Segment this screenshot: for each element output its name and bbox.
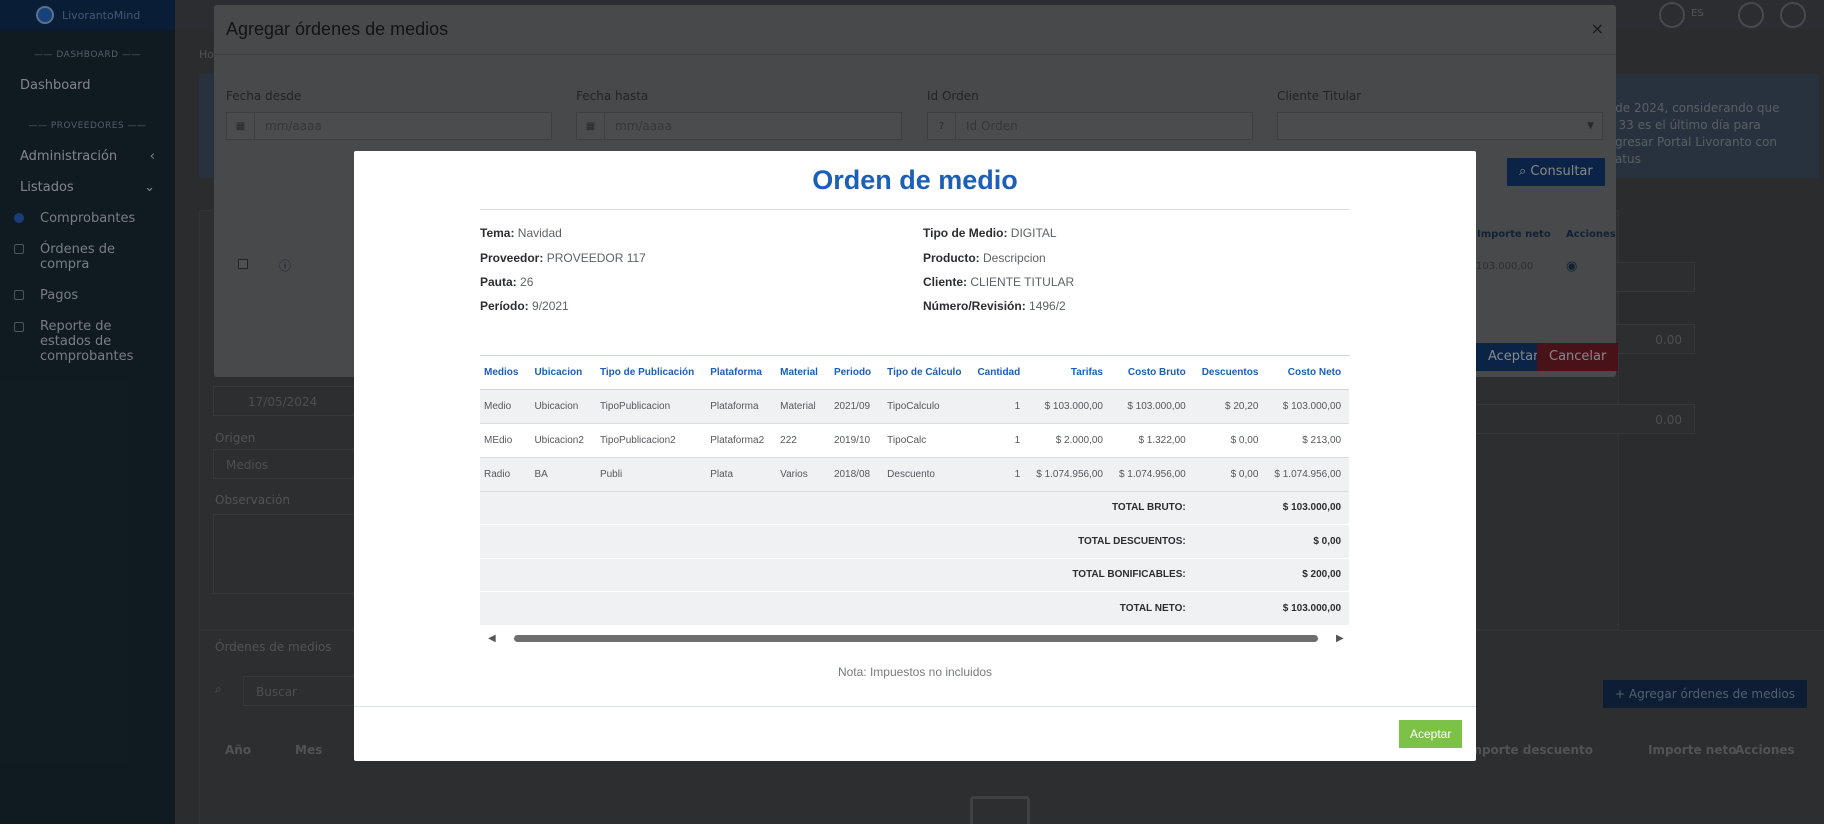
cell-plataforma: Plataforma [702,389,773,424]
orden-table-scroll[interactable]: Medios Ubicacion Tipo de Publicación Pla… [480,355,1350,625]
info-proveedor: Proveedor: PROVEEDOR 117 [480,251,646,265]
total-neto-row: TOTAL NETO: $ 103.000,00 [480,591,1350,625]
th-plataforma: Plataforma [702,356,773,390]
table-header-row: Medios Ubicacion Tipo de Publicación Pla… [480,356,1350,390]
info-producto: Producto: Descripcion [923,251,1046,265]
th-tarifas: Tarifas [1028,356,1111,390]
cell-plataforma: Plata [702,457,773,492]
th-costo-neto: Costo Neto [1266,356,1350,390]
footer-divider [354,706,1476,707]
th-cantidad: Cantidad [969,356,1029,390]
orden-de-medio-modal: Orden de medio Tema: Navidad Proveedor: … [354,151,1476,761]
th-medios: Medios [480,356,527,390]
cell-tarifas: $ 103.000,00 [1028,389,1111,424]
table-row: Medio Ubicacion TipoPublicacion Platafor… [480,389,1350,424]
table-row: Radio BA Publi Plata Varios 2018/08 Desc… [480,457,1350,492]
cell-cantidad: 1 [969,389,1029,424]
cell-medios: Medio [480,389,527,424]
th-material: Material [772,356,826,390]
cell-medios: MEdio [480,423,527,458]
total-descuentos-row: TOTAL DESCUENTOS: $ 0,00 [480,524,1350,559]
cell-plataforma: Plataforma2 [702,423,773,458]
th-descuentos: Descuentos [1193,356,1267,390]
cell-tarifas: $ 1.074.956,00 [1028,457,1111,492]
th-tipo-publicacion: Tipo de Publicación [591,356,703,390]
total-bonificables-value: $ 200,00 [1193,558,1350,592]
total-neto-value: $ 103.000,00 [1193,591,1350,625]
cell-costo-bruto: $ 1.074.956,00 [1110,457,1194,492]
total-descuentos-value: $ 0,00 [1193,524,1350,559]
cell-periodo: 2019/10 [825,423,880,458]
info-cliente: Cliente: CLIENTE TITULAR [923,275,1075,289]
cell-tipo-publicacion: TipoPublicacion [591,389,703,424]
th-tipo-calculo: Tipo de Cálculo [879,356,970,390]
cell-descuentos: $ 0,00 [1193,423,1267,458]
total-bonificables-row: TOTAL BONIFICABLES: $ 200,00 [480,558,1350,592]
cell-descuentos: $ 0,00 [1193,457,1267,492]
orden-title: Orden de medio [812,165,1018,195]
info-tema: Tema: Navidad [480,226,562,240]
cell-tipo-calculo: TipoCalculo [879,389,970,424]
info-numero-revision: Número/Revisión: 1496/2 [923,299,1066,313]
title-divider [480,209,1350,210]
cell-material: Varios [772,457,826,492]
cell-material: Material [772,389,826,424]
total-bruto-label: TOTAL BRUTO: [480,491,1194,525]
cell-descuentos: $ 20,20 [1193,389,1267,424]
th-ubicacion: Ubicacion [526,356,592,390]
total-bruto-row: TOTAL BRUTO: $ 103.000,00 [480,491,1350,525]
aceptar-button[interactable]: Aceptar [1399,720,1463,748]
th-costo-bruto: Costo Bruto [1110,356,1194,390]
total-neto-label: TOTAL NETO: [480,591,1194,625]
cell-cantidad: 1 [969,457,1029,492]
cell-ubicacion: BA [526,457,592,492]
table-row: MEdio Ubicacion2 TipoPublicacion2 Plataf… [480,423,1350,458]
cell-ubicacion: Ubicacion2 [526,423,592,458]
scroll-right-icon[interactable]: ▶ [1336,633,1344,644]
cell-periodo: 2018/08 [825,457,880,492]
scroll-left-icon[interactable]: ◀ [488,633,496,644]
cell-tipo-publicacion: Publi [591,457,703,492]
cell-periodo: 2021/09 [825,389,880,424]
th-periodo: Periodo [825,356,880,390]
total-descuentos-label: TOTAL DESCUENTOS: [480,524,1194,559]
cell-cantidad: 1 [969,423,1029,458]
cell-costo-neto: $ 1.074.956,00 [1266,457,1350,492]
total-bonificables-label: TOTAL BONIFICABLES: [480,558,1194,592]
cell-tarifas: $ 2.000,00 [1028,423,1111,458]
scrollbar-thumb[interactable] [514,635,1318,642]
cell-tipo-calculo: Descuento [879,457,970,492]
cell-costo-bruto: $ 103.000,00 [1110,389,1194,424]
cell-tipo-calculo: TipoCalc [879,423,970,458]
cell-medios: Radio [480,457,527,492]
info-tipo-medio: Tipo de Medio: DIGITAL [923,226,1057,240]
cell-tipo-publicacion: TipoPublicacion2 [591,423,703,458]
total-bruto-value: $ 103.000,00 [1193,491,1350,525]
cell-costo-neto: $ 213,00 [1266,423,1350,458]
impuestos-note: Nota: Impuestos no incluidos [837,665,993,679]
cell-material: 222 [772,423,826,458]
horizontal-scrollbar[interactable]: ◀ ▶ [480,632,1350,644]
orden-table: Medios Ubicacion Tipo de Publicación Pla… [480,356,1350,625]
info-pauta: Pauta: 26 [480,275,534,289]
cell-costo-neto: $ 103.000,00 [1266,389,1350,424]
info-periodo: Período: 9/2021 [480,299,569,313]
cell-ubicacion: Ubicacion [526,389,592,424]
cell-costo-bruto: $ 1.322,00 [1110,423,1194,458]
